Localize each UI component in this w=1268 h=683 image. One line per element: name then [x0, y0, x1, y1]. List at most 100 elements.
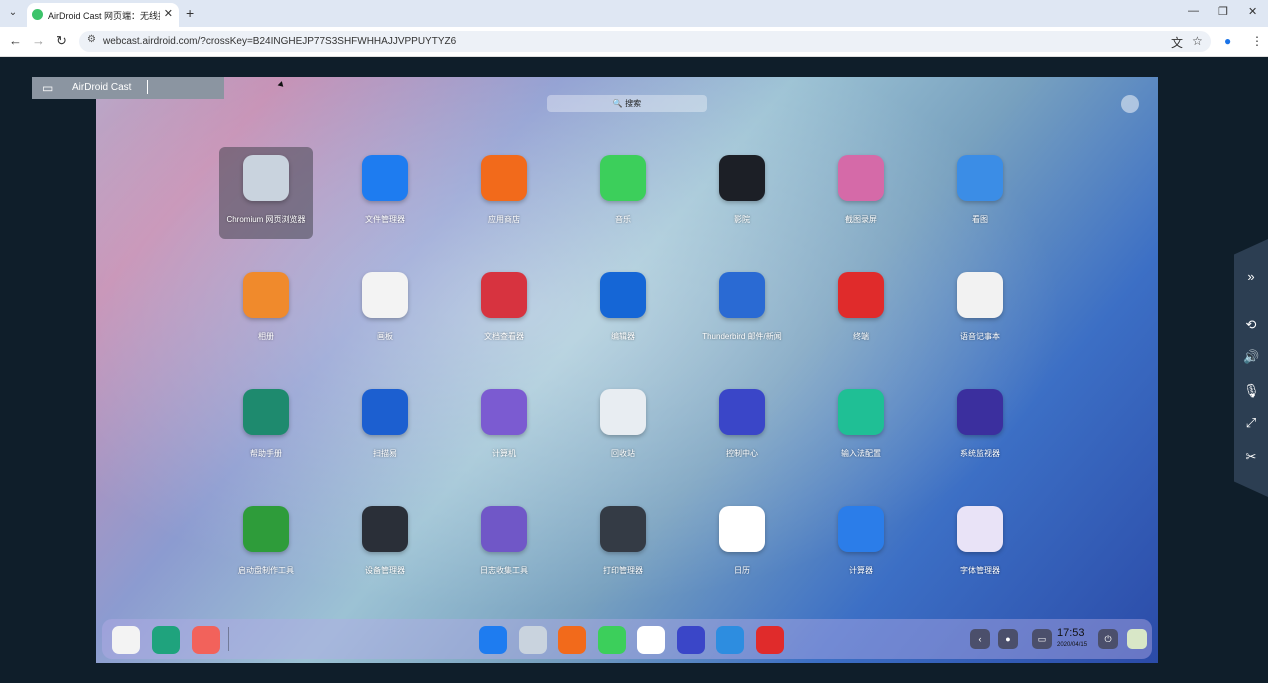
app-item[interactable]: 终端 — [814, 264, 908, 356]
window-close-button[interactable]: ✕ — [1248, 5, 1257, 18]
back-button[interactable]: ← — [9, 33, 22, 48]
cast-screen[interactable]: 🔍 搜索 Chromium 网页浏览器 文件管理器 应用商店 音乐 影院 截图录屏 看图相册… — [96, 77, 1158, 663]
reload-button[interactable]: ↻ — [56, 33, 67, 49]
multitask-icon[interactable] — [152, 626, 180, 654]
input-method-icon — [838, 389, 884, 435]
site-info-icon[interactable]: ⚙ — [87, 34, 96, 45]
tab-search-button[interactable]: ⌄ — [5, 5, 21, 21]
app-item[interactable]: 日志收集工具 — [457, 498, 551, 590]
disconnect-icon[interactable]: ✂ — [1243, 449, 1259, 465]
dock-clock-date: 2020/04/15 — [1057, 642, 1088, 648]
app-item[interactable]: Chromium 网页浏览器 — [219, 147, 313, 239]
app-label: 文件管理器 — [365, 215, 405, 224]
launcher-icon[interactable] — [112, 626, 140, 654]
calculator-icon — [838, 506, 884, 552]
launcher-close-button[interactable] — [1121, 95, 1139, 113]
app-item[interactable]: 帮助手册 — [219, 381, 313, 473]
forward-button[interactable]: → — [32, 33, 45, 48]
album-icon — [243, 272, 289, 318]
app-item[interactable]: 语音记事本 — [933, 264, 1027, 356]
dock: 17:53 2020/04/15 ‹ ● ▭ ⏻ — [102, 619, 1152, 659]
launcher-search[interactable]: 🔍 搜索 — [547, 95, 707, 112]
app-item[interactable]: 设备管理器 — [338, 498, 432, 590]
minimize-button[interactable]: — — [1188, 5, 1199, 17]
mic-off-icon[interactable]: 🎙 — [1243, 383, 1260, 399]
app-item[interactable]: 输入法配置 — [814, 381, 908, 473]
rotate-icon[interactable]: ⟲ — [1243, 317, 1259, 333]
app-item[interactable]: 回收站 — [576, 381, 670, 473]
dock-folder-icon[interactable] — [479, 626, 507, 654]
dock-music-icon[interactable] — [597, 626, 626, 654]
app-item[interactable]: 控制中心 — [695, 381, 789, 473]
app-item[interactable]: 文件管理器 — [338, 147, 432, 239]
dock-vscode-icon[interactable] — [716, 626, 744, 654]
dock-trash-tray-icon[interactable] — [1127, 629, 1147, 649]
app-label: 编辑器 — [611, 332, 635, 341]
dock-power-button[interactable]: ⏻ — [1098, 629, 1118, 649]
app-item[interactable]: 文档查看器 — [457, 264, 551, 356]
bookmark-star-icon[interactable]: ☆ — [1192, 34, 1203, 48]
video-icon — [719, 155, 765, 201]
app-item[interactable]: 编辑器 — [576, 264, 670, 356]
restore-button[interactable]: ❐ — [1218, 5, 1228, 18]
editor-icon — [600, 272, 646, 318]
dock-calendar-icon[interactable] — [637, 626, 665, 654]
tab-close-button[interactable]: ✕ — [164, 7, 173, 20]
app-item[interactable]: 打印管理器 — [576, 498, 670, 590]
app-label: 计算机 — [492, 449, 516, 458]
profile-avatar-icon[interactable]: ● — [1224, 34, 1231, 48]
new-tab-button[interactable]: + — [186, 5, 194, 21]
dock-store-icon[interactable] — [558, 626, 586, 654]
app-item[interactable]: 音乐 — [576, 147, 670, 239]
fullscreen-icon[interactable]: ⤢ — [1243, 415, 1259, 431]
tab-title: AirDroid Cast 网页端：无线投 — [48, 11, 160, 21]
manual-icon — [243, 389, 289, 435]
app-label: 扫描易 — [373, 449, 397, 458]
paint-icon — [362, 272, 408, 318]
app-item[interactable]: 应用商店 — [457, 147, 551, 239]
app-item[interactable]: 影院 — [695, 147, 789, 239]
dock-terminal-icon[interactable] — [755, 626, 784, 654]
camera-icon — [838, 155, 884, 201]
translate-icon[interactable]: 文 — [1171, 34, 1183, 51]
side-control-panel: » ⟲ 🔊 🎙 ⤢ ✂ — [1234, 239, 1268, 497]
dock-record-button[interactable]: ● — [998, 629, 1018, 649]
dock-window-button[interactable]: ▭ — [1032, 629, 1052, 649]
address-bar[interactable]: ⚙ webcast.airdroid.com/?crossKey=B24INGH… — [79, 31, 1211, 52]
airdroid-cast-bar[interactable]: ▭ AirDroid Cast — [32, 77, 224, 99]
browser-toolbar: ← → ↻ ⚙ webcast.airdroid.com/?crossKey=B… — [0, 27, 1268, 57]
app-item[interactable]: 字体管理器 — [933, 498, 1027, 590]
sound-icon[interactable]: 🔊 — [1243, 349, 1259, 365]
app-item[interactable]: 相册 — [219, 264, 313, 356]
dock-back-button[interactable]: ‹ — [970, 629, 990, 649]
monitor-icon: ▭ — [42, 81, 54, 95]
music-icon — [600, 155, 646, 201]
dock-chromium-icon[interactable] — [518, 626, 547, 654]
app-label: 画板 — [377, 332, 393, 341]
app-item[interactable]: 系统监视器 — [933, 381, 1027, 473]
app-item[interactable]: 画板 — [338, 264, 432, 356]
app-item[interactable]: 截图录屏 — [814, 147, 908, 239]
app-label: Thunderbird 邮件/新闻 — [702, 332, 782, 341]
app-item[interactable]: 日历 — [695, 498, 789, 590]
app-label: 看图 — [972, 215, 988, 224]
folder-icon — [362, 155, 408, 201]
terminal-icon — [838, 272, 884, 318]
collapse-panel-button[interactable]: » — [1243, 269, 1259, 285]
dock-clock-time: 17:53 — [1057, 627, 1085, 639]
doc-viewer-icon — [481, 272, 527, 318]
system-monitor-icon — [957, 389, 1003, 435]
app-item[interactable]: 扫描易 — [338, 381, 432, 473]
app-item[interactable]: 看图 — [933, 147, 1027, 239]
app-item[interactable]: 计算机 — [457, 381, 551, 473]
control-center-icon — [719, 389, 765, 435]
tab-airdroid-cast[interactable]: AirDroid Cast 网页端：无线投 ✕ — [27, 3, 179, 27]
app-item[interactable]: 计算器 — [814, 498, 908, 590]
cast-bar-divider — [147, 80, 148, 94]
app-item[interactable]: 启动盘制作工具 — [219, 498, 313, 590]
app-item[interactable]: Thunderbird 邮件/新闻 — [695, 264, 789, 356]
dock-control-center-icon[interactable] — [676, 626, 705, 654]
desktop-icon[interactable] — [192, 626, 220, 654]
browser-menu-icon[interactable]: ⋮ — [1251, 34, 1263, 48]
image-viewer-icon — [957, 155, 1003, 201]
